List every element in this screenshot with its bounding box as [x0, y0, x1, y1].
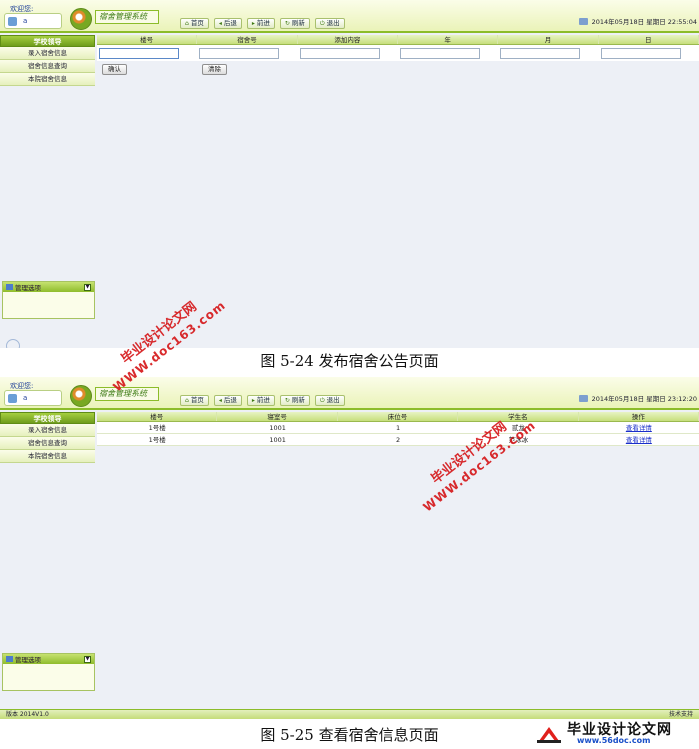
sidebar-item-enter-dorm[interactable]: 录入宿舍信息 — [0, 424, 95, 437]
confirm-button[interactable]: 确认 — [102, 64, 127, 75]
back-icon: ◂ — [218, 20, 222, 27]
sidebar: 学校领导 录入宿舍信息 宿舍信息查询 本院宿舍信息 — [0, 412, 95, 463]
day-input[interactable] — [600, 47, 681, 59]
sidebar-header: 学校领导 — [0, 35, 95, 47]
room-cell: 1001 — [269, 424, 286, 432]
sidebar-item-query-dorm[interactable]: 宿舍信息查询 — [0, 60, 95, 73]
column-header: 操作 — [579, 412, 699, 421]
sidebar: 学校领导 录入宿舍信息 宿舍信息查询 本院宿舍信息 — [0, 35, 95, 86]
manage-options-panel: 管理选项 ▼ — [2, 653, 95, 691]
sidebar-item-query-dorm[interactable]: 宿舍信息查询 — [0, 437, 95, 450]
column-header: 床位号 — [338, 412, 459, 421]
collapse-arrow-icon[interactable]: ▼ — [84, 655, 91, 663]
nav-home-button[interactable]: ⌂ 首页 — [180, 395, 209, 406]
nav-back-button[interactable]: ◂ 后退 — [213, 395, 242, 406]
screenshot-view-dorm-info: 欢迎您: a 宿舍管理系统 ⌂ 首页 ◂ 后退 ▸ 前进 ↻ 刷新 ⏻ 退出 2014年0… — [0, 377, 699, 719]
nav-exit-button[interactable]: ⏻ 退出 — [314, 395, 345, 406]
table-row: 1号楼 1001 2 范冰冰 查看详情 — [97, 434, 699, 446]
column-header: 宿舍号 — [197, 35, 298, 44]
logo-icon — [70, 8, 92, 30]
dorm-info-table: 楼号 寝室号 床位号 学生名 操作 1号楼 1001 1 贰龙 查看详情 1号楼… — [97, 412, 699, 446]
top-bar: 欢迎您: a 宿舍管理系统 ⌂ 首页 ◂ 后退 ▸ 前进 ↻ 刷新 ⏻ 退出 2014年0… — [0, 377, 699, 410]
panel-icon — [6, 284, 13, 290]
exit-icon: ⏻ — [319, 20, 325, 27]
building-cell: 1号楼 — [148, 436, 166, 444]
brand-logo-icon — [537, 727, 561, 743]
system-title: 宿舍管理系统 — [95, 10, 159, 24]
nav-forward-button[interactable]: ▸ 前进 — [246, 18, 275, 29]
form-button-row: 确认 清除 — [97, 61, 699, 77]
building-cell: 1号楼 — [148, 424, 166, 432]
view-details-link[interactable]: 查看详情 — [626, 436, 652, 444]
sidebar-item-enter-dorm[interactable]: 录入宿舍信息 — [0, 47, 95, 60]
publish-form: 楼号 宿舍号 添加内容 年 月 日 确认 清除 — [97, 35, 699, 77]
nav-forward-button[interactable]: ▸ 前进 — [246, 395, 275, 406]
back-icon: ◂ — [218, 397, 222, 404]
nav-exit-button[interactable]: ⏻ 退出 — [314, 18, 345, 29]
logo-icon — [70, 385, 92, 407]
user-box: a — [4, 390, 62, 406]
forward-icon: ▸ — [251, 397, 255, 404]
exit-icon: ⏻ — [319, 397, 325, 404]
content-input[interactable] — [299, 47, 380, 59]
sidebar-item-college-dorm[interactable]: 本院宿舍信息 — [0, 73, 95, 86]
forward-icon: ▸ — [251, 20, 255, 27]
status-footer: 版本 2014V1.0 技术支持 — [0, 709, 699, 719]
building-input[interactable] — [99, 47, 179, 59]
site-brand: 毕业设计论文网 www.56doc.com — [537, 719, 697, 747]
form-input-row — [97, 45, 699, 61]
top-bar: 欢迎您: a 宿舍管理系统 ⌂ 首页 ◂ 后退 ▸ 前进 ↻ 刷新 ⏻ 退出 2014年0… — [0, 0, 699, 33]
version-label: 版本 2014V1.0 — [6, 711, 49, 718]
column-header: 年 — [398, 35, 499, 44]
form-header-row: 楼号 宿舍号 添加内容 年 月 日 — [97, 35, 699, 45]
home-icon: ⌂ — [185, 20, 189, 27]
brand-url: www.56doc.com — [577, 736, 651, 745]
corner-decoration — [6, 339, 20, 348]
user-box: a — [4, 13, 62, 29]
collapse-arrow-icon[interactable]: ▼ — [84, 283, 91, 291]
nav-refresh-button[interactable]: ↻ 刷新 — [279, 18, 310, 29]
column-header: 月 — [498, 35, 599, 44]
table-row: 1号楼 1001 1 贰龙 查看详情 — [97, 422, 699, 434]
panel-icon — [6, 656, 13, 662]
nav-bar: ⌂ 首页 ◂ 后退 ▸ 前进 ↻ 刷新 ⏻ 退出 — [180, 395, 345, 406]
user-icon — [8, 17, 17, 26]
column-header: 日 — [599, 35, 699, 44]
refresh-icon: ↻ — [284, 397, 290, 404]
bed-cell: 2 — [395, 436, 401, 444]
refresh-icon: ↻ — [284, 20, 290, 27]
user-name: a — [23, 17, 28, 25]
month-input[interactable] — [500, 47, 581, 59]
screenshot-publish-notice: 欢迎您: a 宿舍管理系统 ⌂ 首页 ◂ 后退 ▸ 前进 ↻ 刷新 ⏻ 退出 2014年0… — [0, 0, 699, 348]
manage-options-title: 管理选项 — [15, 656, 41, 664]
manage-options-panel: 管理选项 ▼ — [2, 281, 95, 319]
clock-icon — [578, 394, 588, 402]
view-details-link[interactable]: 查看详情 — [626, 424, 652, 432]
home-icon: ⌂ — [185, 397, 189, 404]
datetime-display: 2014年05月18日 星期日 22:55:04 — [578, 16, 697, 26]
year-input[interactable] — [399, 47, 480, 59]
nav-back-button[interactable]: ◂ 后退 — [213, 18, 242, 29]
column-header: 楼号 — [97, 35, 198, 44]
sidebar-item-college-dorm[interactable]: 本院宿舍信息 — [0, 450, 95, 463]
nav-bar: ⌂ 首页 ◂ 后退 ▸ 前进 ↻ 刷新 ⏻ 退出 — [180, 18, 345, 29]
manage-options-title: 管理选项 — [15, 284, 41, 292]
clock-icon — [578, 17, 588, 25]
nav-home-button[interactable]: ⌂ 首页 — [180, 18, 209, 29]
sidebar-header: 学校领导 — [0, 412, 95, 424]
user-icon — [8, 394, 17, 403]
clear-button[interactable]: 清除 — [202, 64, 227, 75]
column-header: 寝室号 — [217, 412, 338, 421]
nav-refresh-button[interactable]: ↻ 刷新 — [279, 395, 310, 406]
column-header: 添加内容 — [298, 35, 398, 44]
room-cell: 1001 — [269, 436, 286, 444]
footer-support-label: 技术支持 — [668, 711, 693, 718]
user-name: a — [23, 394, 28, 402]
table-header-row: 楼号 寝室号 床位号 学生名 操作 — [97, 412, 699, 422]
dorm-number-input[interactable] — [199, 47, 280, 59]
datetime-display: 2014年05月18日 星期日 23:12:20 — [578, 393, 697, 403]
bed-cell: 1 — [395, 424, 401, 432]
column-header: 楼号 — [97, 412, 218, 421]
